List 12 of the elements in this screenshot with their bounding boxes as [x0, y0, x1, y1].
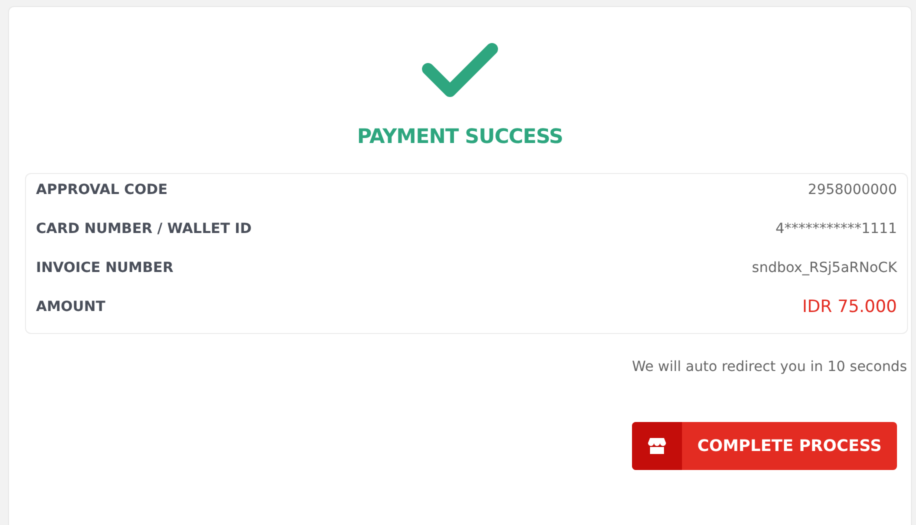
detail-label: INVOICE NUMBER: [36, 259, 174, 278]
detail-value: 4***********1111: [775, 220, 897, 239]
detail-value: 2958000000: [808, 181, 897, 200]
detail-value: IDR 75.000: [802, 296, 897, 319]
detail-value: sndbox_RSj5aRNoCK: [752, 259, 897, 278]
detail-label: CARD NUMBER / WALLET ID: [36, 220, 252, 239]
redirect-note: We will auto redirect you in 10 seconds: [632, 358, 907, 374]
detail-label: APPROVAL CODE: [36, 181, 168, 200]
status-title: PAYMENT SUCCESS: [357, 123, 563, 150]
store-icon: [647, 436, 667, 456]
complete-process-button[interactable]: COMPLETE PROCESS: [632, 422, 897, 470]
detail-label: AMOUNT: [36, 298, 106, 317]
